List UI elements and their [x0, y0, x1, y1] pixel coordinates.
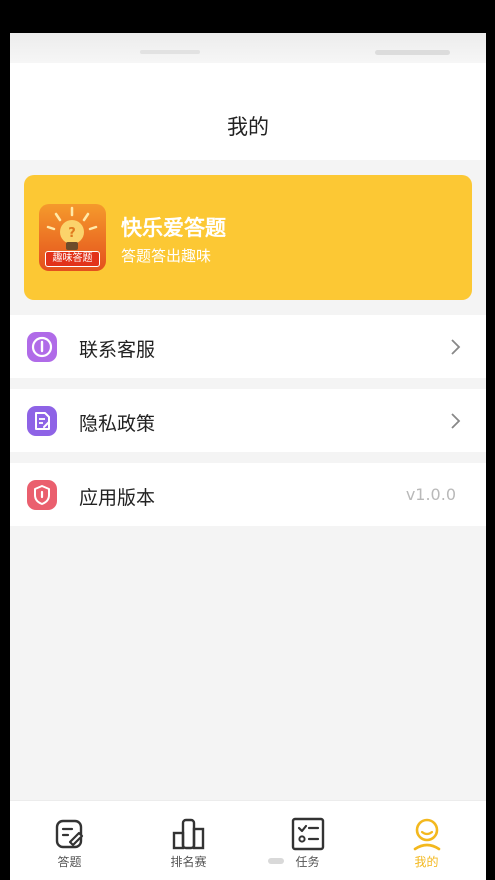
- tab-label: 答题: [57, 855, 82, 869]
- tab-label: 我的: [414, 855, 439, 869]
- header: 我的: [10, 63, 486, 160]
- checklist-icon: [291, 817, 324, 851]
- menu-item-customer-service[interactable]: 联系客服: [10, 315, 486, 378]
- svg-text:?: ?: [68, 226, 76, 241]
- tab-ranking[interactable]: 排名赛: [129, 801, 248, 880]
- tab-label: 任务: [295, 855, 320, 869]
- status-bar: [10, 33, 486, 63]
- bottom-tab-bar: 答题 排名赛 任务 我的: [10, 800, 486, 880]
- app-logo: ? 趣味答题: [39, 204, 106, 271]
- home-indicator[interactable]: [268, 858, 284, 864]
- app-name: 快乐爱答题: [121, 216, 226, 240]
- user-icon: [413, 818, 440, 851]
- page-title: 我的: [227, 115, 269, 139]
- app-version-value: v1.0.0: [405, 485, 456, 504]
- menu-item-label: 隐私政策: [79, 413, 156, 435]
- info-icon: [27, 332, 57, 362]
- edit-note-icon: [55, 819, 83, 849]
- menu-item-app-version[interactable]: 应用版本 v1.0.0: [10, 463, 486, 526]
- app-slogan: 答题答出趣味: [121, 247, 212, 265]
- menu-item-privacy-policy[interactable]: 隐私政策: [10, 389, 486, 452]
- tab-tasks[interactable]: 任务: [248, 801, 367, 880]
- screen: 我的 ? 趣味答题 快乐爱答题 答题答出趣味 联系客服 隐私政策 应用版本 v1…: [10, 33, 486, 880]
- chevron-right-icon: [451, 339, 461, 355]
- bar-chart-icon: [172, 818, 204, 850]
- status-bar-indicator: [140, 50, 200, 54]
- status-bar-indicator: [375, 50, 450, 55]
- tab-answer[interactable]: 答题: [10, 801, 129, 880]
- tab-mine[interactable]: 我的: [367, 801, 486, 880]
- app-logo-label: 趣味答题: [45, 251, 100, 267]
- shield-icon: [27, 480, 57, 510]
- menu-item-label: 联系客服: [79, 339, 156, 361]
- menu-item-label: 应用版本: [79, 487, 156, 509]
- app-info-card: ? 趣味答题 快乐爱答题 答题答出趣味: [24, 175, 472, 300]
- tab-label: 排名赛: [170, 855, 207, 869]
- chevron-right-icon: [451, 413, 461, 429]
- document-edit-icon: [27, 406, 57, 436]
